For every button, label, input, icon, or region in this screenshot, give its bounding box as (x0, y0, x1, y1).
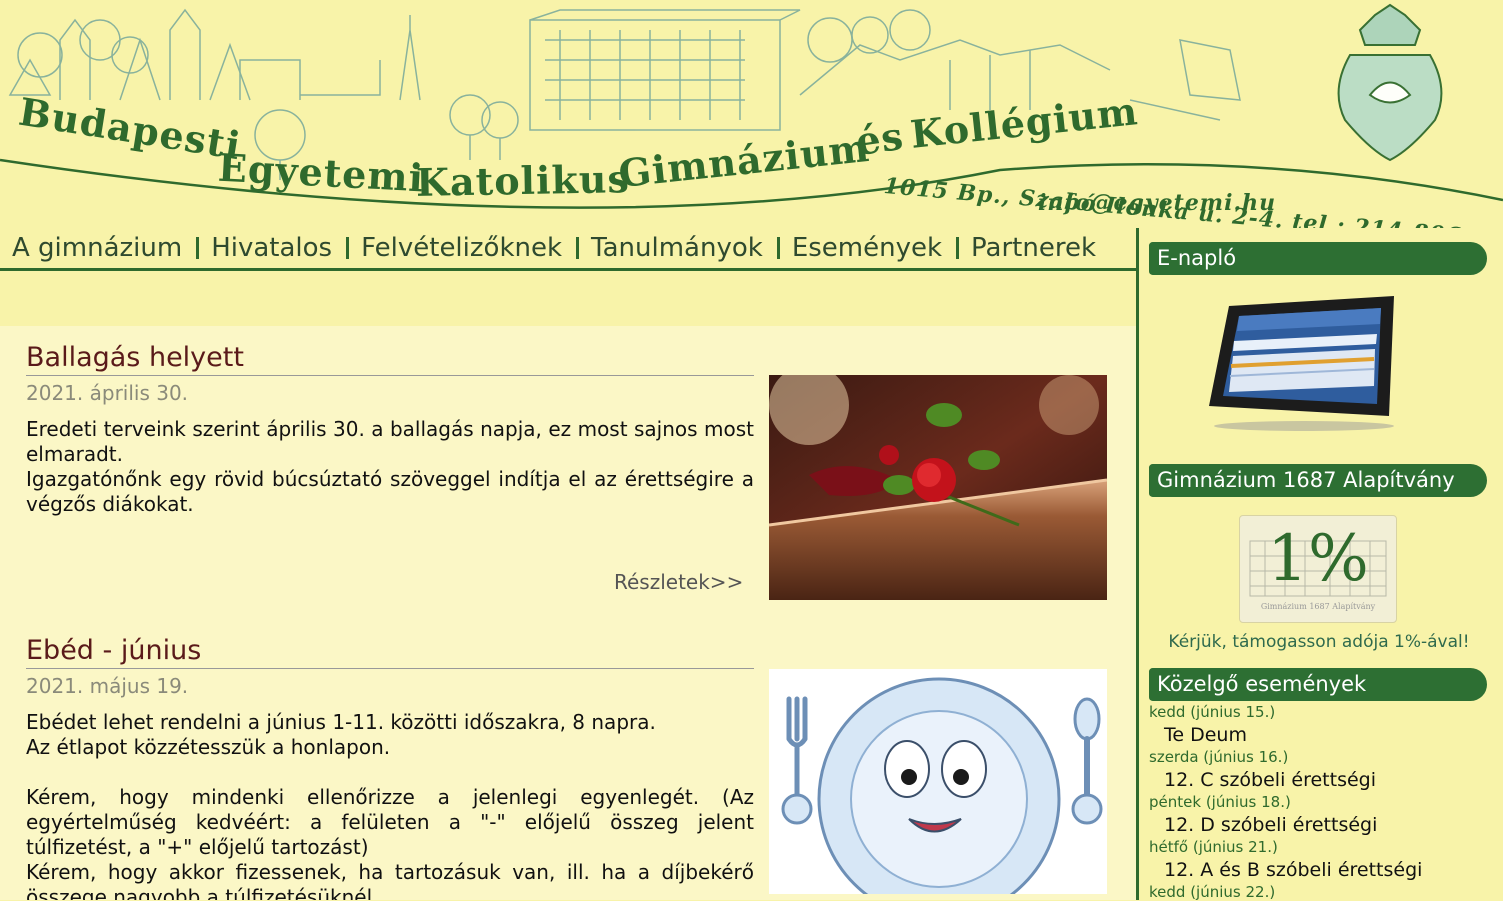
news-column: Ballagás helyett 2021. április 30. Erede… (0, 326, 1136, 900)
foundation-note: Kérjük, támogasson adója 1%-ával! (1168, 632, 1470, 652)
title-word-4: Gimnázium (616, 124, 872, 197)
title-word-1: Budapesti (15, 88, 245, 169)
sidebar-heading-enaplo[interactable]: E-napló (1149, 242, 1487, 275)
school-email[interactable]: info@egyetemi.hu (1038, 190, 1276, 216)
title-word-3: Katolikus (415, 156, 631, 205)
one-percent-label: 1% (1267, 522, 1369, 596)
sidebar-heading-foundation[interactable]: Gimnázium 1687 Alapítvány (1149, 464, 1487, 497)
article-paragraph: Eredeti terveink szerint április 30. a b… (26, 417, 754, 466)
foundation-badge[interactable]: 1% Gimnázium 1687 Alapítvány (1239, 515, 1397, 623)
tablet-image[interactable] (1209, 296, 1399, 431)
article-paragraph (26, 760, 754, 785)
nav-item-esemenyek[interactable]: Események (780, 229, 956, 267)
event-day: kedd (június 15.) (1149, 703, 1276, 721)
event-name[interactable]: 12. D szóbeli érettségi (1164, 814, 1377, 836)
foundation-badge-caption: Gimnázium 1687 Alapítvány (1260, 602, 1376, 611)
main-navigation: A gimnázium Hivatalos Felvételizőknek Ta… (0, 228, 1136, 271)
title-word-2: Egyetemi (216, 144, 426, 201)
site-header: Budapesti Egyetemi Katolikus Gimnázium é… (0, 0, 1503, 228)
sidebar-heading-events[interactable]: Közelgő események (1149, 668, 1487, 701)
news-article: Ballagás helyett 2021. április 30. Erede… (26, 341, 1108, 621)
event-day: péntek (június 18.) (1149, 793, 1291, 811)
article-image-rose[interactable] (769, 375, 1107, 600)
event-day: kedd (június 22.) (1149, 883, 1276, 901)
nav-item-felvetelizoknek[interactable]: Felvételizőknek (349, 229, 576, 267)
nav-item-hivatalos[interactable]: Hivatalos (199, 229, 346, 267)
event-day: szerda (június 16.) (1149, 748, 1289, 766)
article-paragraph: Igazgatónőnk egy rövid búcsúztató szöveg… (26, 467, 754, 516)
event-day: hétfő (június 21.) (1149, 838, 1278, 856)
nav-item-gimnazium[interactable]: A gimnázium (0, 229, 196, 267)
article-image-plate[interactable] (769, 669, 1107, 894)
article-body: Eredeti terveink szerint április 30. a b… (26, 417, 754, 517)
article-paragraph: Az étlapot közzétesszük a honlapon. (26, 735, 391, 759)
news-article: Ebéd - június 2021. május 19. Ebédet leh… (26, 634, 1108, 900)
sidebar: E-napló Gimnázium 1687 Alapítvány 1% Gim… (1139, 228, 1503, 901)
nav-item-tanulmanyok[interactable]: Tanulmányok (579, 229, 777, 267)
article-body: Ebédet lehet rendelni a június 1-11. köz… (26, 710, 754, 900)
title-word-5: és (853, 112, 907, 165)
read-more-link[interactable]: Részletek>> (614, 570, 743, 594)
article-title[interactable]: Ebéd - június (26, 634, 754, 669)
article-paragraph: Kérem, hogy mindenki ellenőrizze a jelen… (26, 785, 754, 859)
article-paragraph: Kérem, hogy akkor fizessenek, ha tartozá… (26, 860, 754, 900)
event-name[interactable]: 12. A és B szóbeli érettségi (1164, 859, 1422, 881)
article-paragraph: Ebédet lehet rendelni a június 1-11. köz… (26, 710, 656, 734)
nav-item-partnerek[interactable]: Partnerek (959, 229, 1110, 267)
event-name[interactable]: 12. C szóbeli érettségi (1164, 769, 1376, 791)
event-name[interactable]: Te Deum (1164, 724, 1247, 746)
article-title[interactable]: Ballagás helyett (26, 341, 754, 376)
